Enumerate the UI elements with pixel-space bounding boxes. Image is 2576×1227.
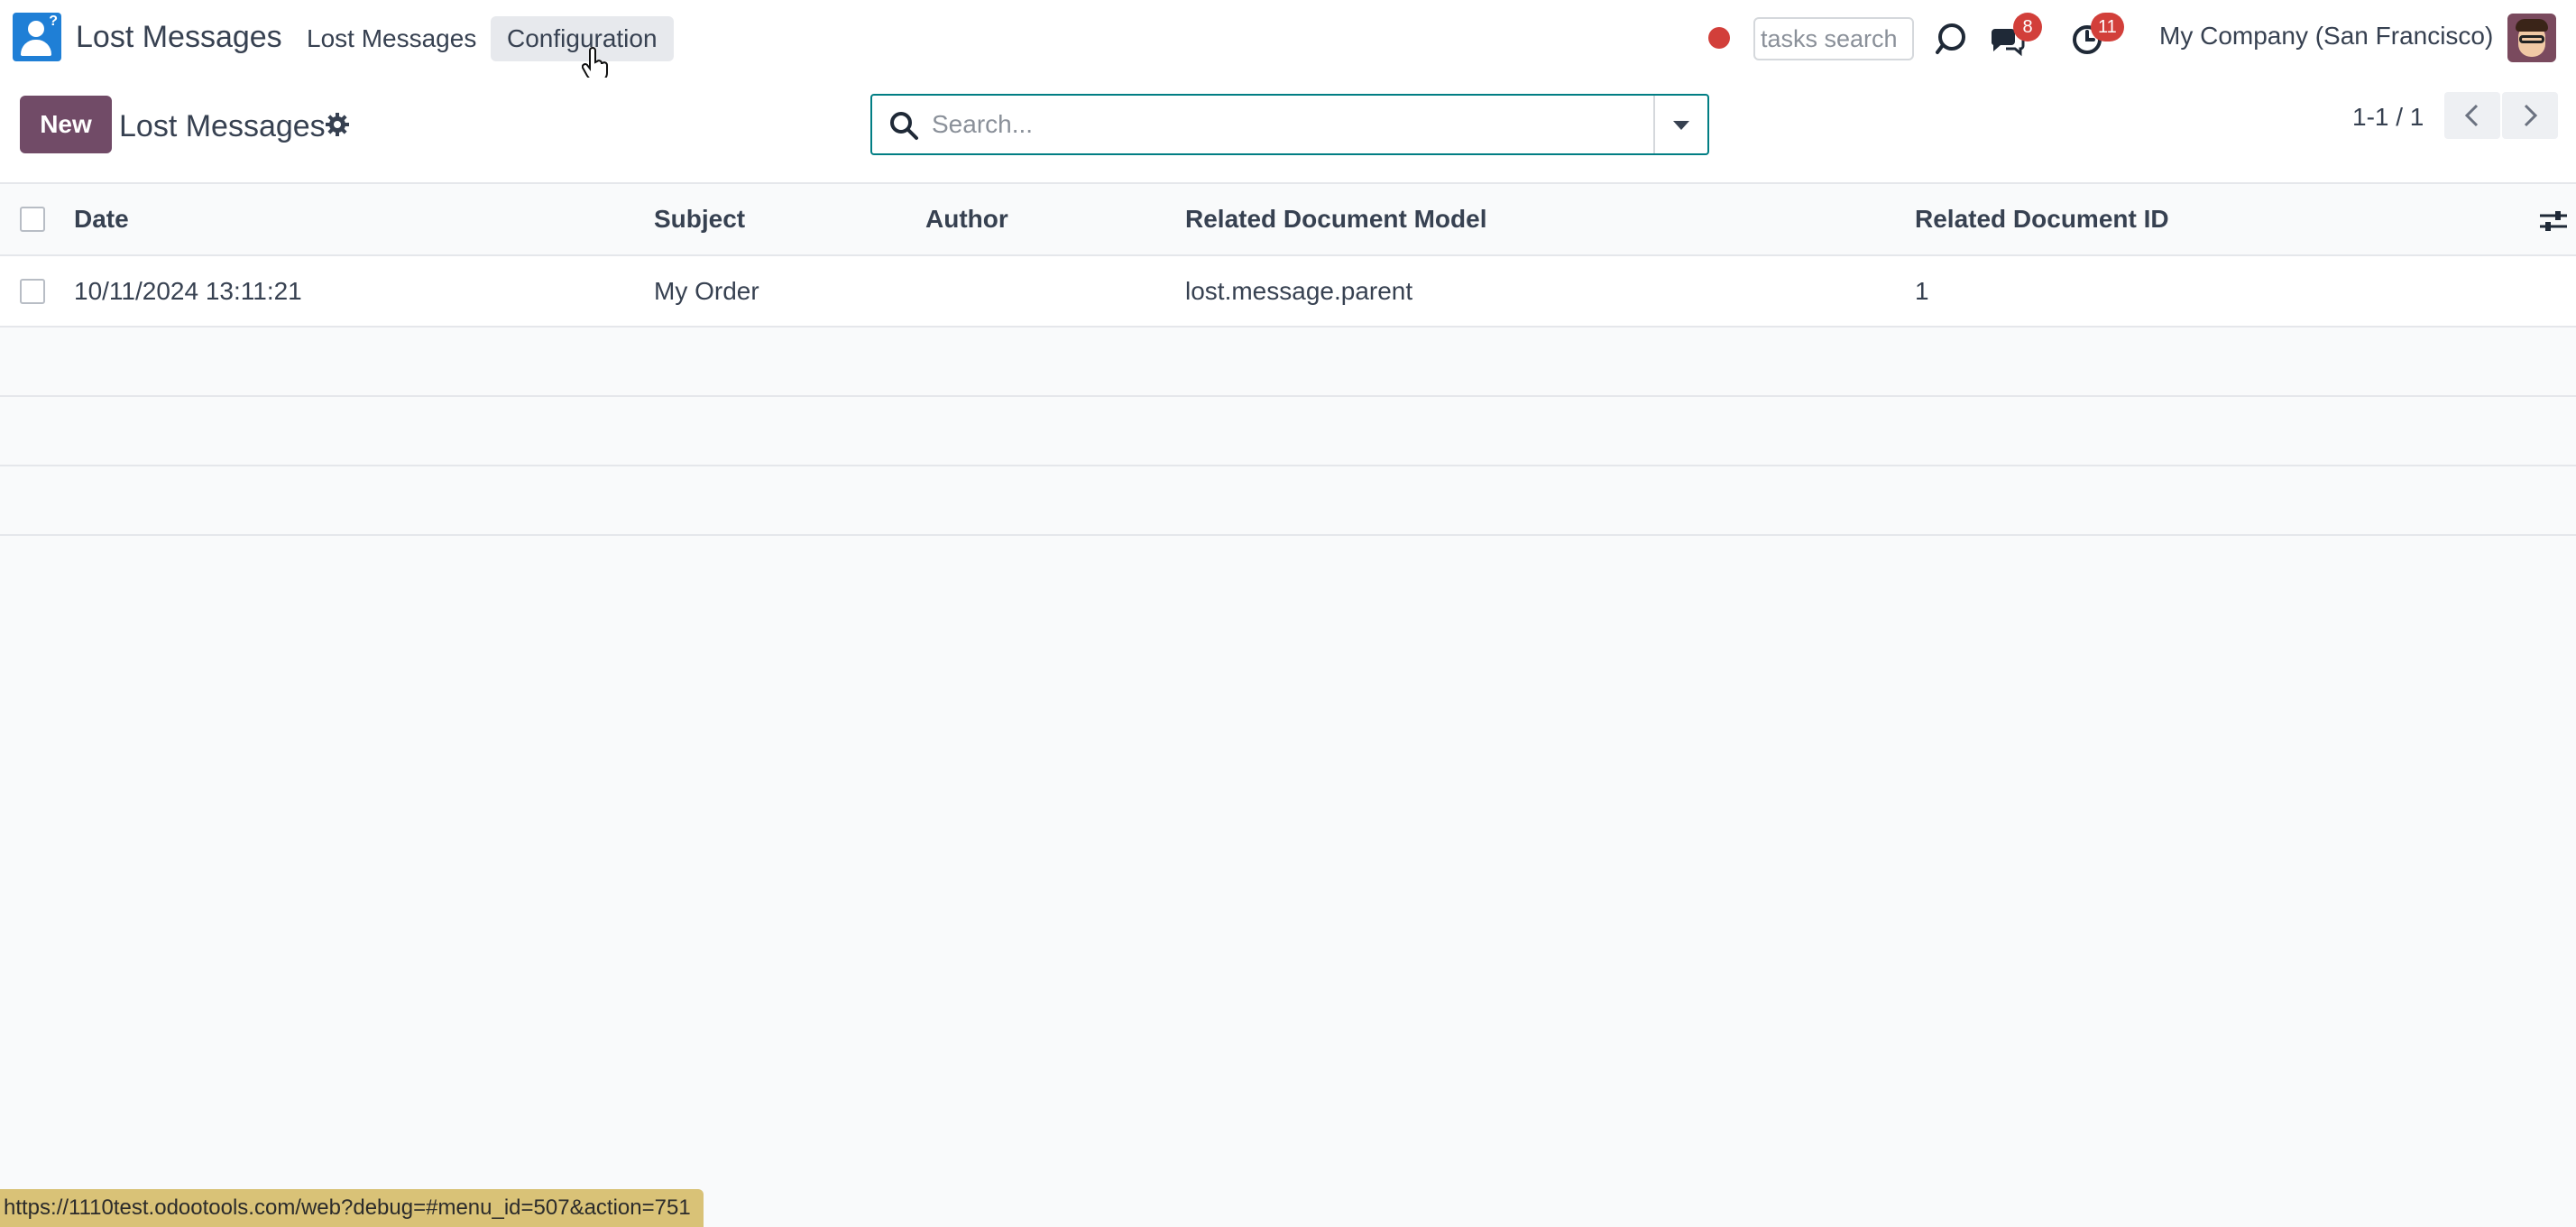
empty-row <box>0 397 2576 466</box>
select-all-checkbox[interactable] <box>20 207 45 232</box>
app-name[interactable]: Lost Messages <box>76 20 282 55</box>
control-panel: New Lost Messages 1-1 / 1 <box>0 78 2576 184</box>
company-switcher[interactable]: My Company (San Francisco) <box>2159 22 2493 51</box>
search-options-toggle[interactable] <box>1653 96 1707 153</box>
caret-down-icon <box>1673 121 1689 130</box>
status-url: https://1110test.odootools.com/web?debug… <box>0 1189 704 1227</box>
sliders-icon[interactable] <box>2538 208 2569 235</box>
row-select-cell <box>20 256 45 326</box>
pager-previous-button[interactable] <box>2444 92 2500 139</box>
select-all-cell <box>20 184 45 254</box>
app-icon[interactable]: ? <box>13 13 61 61</box>
cell-subject[interactable]: My Order <box>654 256 759 326</box>
list-view: Date Subject Author Related Document Mod… <box>0 184 2576 536</box>
search-box[interactable] <box>870 94 1709 155</box>
new-button[interactable]: New <box>20 96 112 153</box>
search-input[interactable] <box>930 105 1615 144</box>
column-header-model[interactable]: Related Document Model <box>1185 184 1486 254</box>
messages-badge: 8 <box>2013 13 2042 42</box>
table-header: Date Subject Author Related Document Mod… <box>0 184 2576 256</box>
search-icon <box>890 112 918 140</box>
cell-doc-id[interactable]: 1 <box>1915 256 1929 326</box>
empty-row <box>0 466 2576 536</box>
pager-value[interactable]: 1-1 / 1 <box>2352 103 2424 132</box>
tasks-search-input[interactable] <box>1753 17 1914 60</box>
column-header-date[interactable]: Date <box>74 184 129 254</box>
column-header-subject[interactable]: Subject <box>654 184 745 254</box>
gear-icon[interactable] <box>325 112 350 137</box>
column-header-doc-id[interactable]: Related Document ID <box>1915 184 2169 254</box>
page-title[interactable]: Lost Messages <box>119 109 326 144</box>
menu-lost-messages[interactable]: Lost Messages <box>290 16 492 61</box>
avatar[interactable] <box>2507 14 2556 62</box>
cell-date[interactable]: 10/11/2024 13:11:21 <box>74 256 302 326</box>
pager-next-button[interactable] <box>2502 92 2558 139</box>
empty-row <box>0 328 2576 397</box>
table-row[interactable]: 10/11/2024 13:11:21 My Order lost.messag… <box>0 256 2576 328</box>
chevron-left-icon <box>2464 104 2479 127</box>
column-header-author[interactable]: Author <box>925 184 1008 254</box>
chevron-right-icon <box>2524 104 2538 127</box>
top-navbar: ? Lost Messages Lost Messages Configurat… <box>0 0 2576 78</box>
bug-icon[interactable] <box>1932 20 1970 58</box>
activities-badge: 11 <box>2091 13 2124 42</box>
cell-model[interactable]: lost.message.parent <box>1185 256 1412 326</box>
row-checkbox[interactable] <box>20 278 45 304</box>
record-dot-icon[interactable] <box>1708 27 1730 49</box>
